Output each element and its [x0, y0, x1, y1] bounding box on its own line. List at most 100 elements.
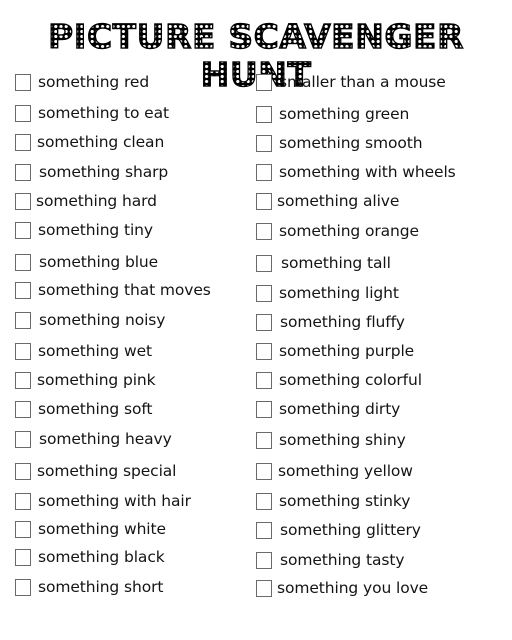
checklist-item-label: something that moves — [38, 281, 211, 299]
checklist-item-label: something alive — [277, 192, 400, 210]
checklist-item-label: something tasty — [280, 551, 405, 569]
checklist-item-label: something stinky — [279, 492, 411, 510]
checkbox[interactable] — [256, 73, 272, 91]
checklist-item[interactable]: something you love — [256, 577, 428, 599]
checkbox[interactable] — [256, 313, 272, 331]
checklist-item[interactable]: something alive — [256, 190, 399, 212]
checklist-item[interactable]: something pink — [15, 369, 156, 391]
checkbox[interactable] — [256, 134, 272, 152]
checkbox[interactable] — [256, 254, 272, 272]
checkbox[interactable] — [256, 431, 272, 449]
checklist-item[interactable]: something glittery — [256, 519, 421, 541]
checklist-item[interactable]: something green — [256, 103, 409, 125]
checklist-item-label: something pink — [37, 371, 156, 389]
checklist-item-label: something tall — [281, 254, 391, 272]
checklist-item[interactable]: something tall — [256, 252, 391, 274]
checklist-item-label: something white — [38, 520, 166, 538]
checklist-item-label: something clean — [37, 133, 165, 151]
checklist-item[interactable]: something wet — [15, 340, 152, 362]
checkbox[interactable] — [256, 551, 272, 569]
checkbox[interactable] — [15, 342, 31, 360]
checklist-item[interactable]: something fluffy — [256, 311, 405, 333]
checklist-item[interactable]: something heavy — [15, 428, 172, 450]
checklist-item-label: something sharp — [39, 163, 169, 181]
checkbox[interactable] — [256, 342, 272, 360]
checklist-item[interactable]: something with wheels — [256, 161, 456, 183]
checkbox[interactable] — [15, 311, 31, 329]
checklist-item[interactable]: something noisy — [15, 309, 165, 331]
checkbox[interactable] — [15, 462, 31, 480]
checklist-item[interactable]: something dirty — [256, 398, 400, 420]
checkbox[interactable] — [256, 284, 272, 302]
checklist-item-label: something glittery — [280, 521, 421, 539]
checklist-item-label: something yellow — [278, 462, 413, 480]
checklist-item[interactable]: something light — [256, 282, 399, 304]
checkbox[interactable] — [15, 578, 31, 596]
checklist-item[interactable]: something sharp — [15, 161, 168, 183]
checklist-item[interactable]: something clean — [15, 131, 164, 153]
checkbox[interactable] — [15, 520, 31, 538]
checkbox[interactable] — [256, 222, 272, 240]
checklist-item[interactable]: something with hair — [15, 490, 191, 512]
checkbox[interactable] — [15, 221, 31, 239]
checklist-item[interactable]: something orange — [256, 220, 419, 242]
checklist-item-label: something special — [37, 462, 177, 480]
checklist-item-label: something to eat — [38, 104, 169, 122]
checkbox[interactable] — [256, 492, 272, 510]
checklist-item[interactable]: something colorful — [256, 369, 422, 391]
title-container: PICTURE SCAVENGER HUNT PICTURE SCAVENGER… — [0, 17, 512, 94]
checklist-item-label: something you love — [277, 579, 429, 597]
checkbox[interactable] — [15, 548, 31, 566]
checkbox[interactable] — [15, 400, 31, 418]
checklist-item[interactable]: something tiny — [15, 219, 153, 241]
checkbox[interactable] — [15, 133, 31, 151]
checklist-item-label: something heavy — [39, 430, 172, 448]
checkbox[interactable] — [15, 192, 31, 210]
checklist-item-label: something dirty — [279, 400, 401, 418]
checklist-item[interactable]: something red — [15, 71, 149, 93]
checklist-item[interactable]: something to eat — [15, 102, 169, 124]
checklist-item[interactable]: smaller than a mouse — [256, 71, 446, 93]
checkbox[interactable] — [256, 371, 272, 389]
checkbox[interactable] — [256, 521, 272, 539]
checklist-item[interactable]: something shiny — [256, 429, 406, 451]
checklist-item-label: something soft — [38, 400, 153, 418]
checkbox[interactable] — [15, 104, 31, 122]
checklist-item-label: something red — [38, 73, 150, 91]
checklist-item[interactable]: something smooth — [256, 132, 423, 154]
checkbox[interactable] — [256, 192, 272, 210]
checklist-item[interactable]: something special — [15, 460, 176, 482]
checklist-item-label: something with hair — [38, 492, 191, 510]
checkbox[interactable] — [15, 492, 31, 510]
checklist-item[interactable]: something yellow — [256, 460, 413, 482]
checklist-item-label: something tiny — [38, 221, 153, 239]
checklist-item-label: something blue — [39, 253, 159, 271]
checklist-item[interactable]: something black — [15, 546, 165, 568]
checklist-item[interactable]: something soft — [15, 398, 153, 420]
checklist-item-label: something noisy — [39, 311, 166, 329]
checklist-item[interactable]: something white — [15, 518, 166, 540]
checklist-item-label: smaller than a mouse — [279, 73, 446, 91]
checkbox[interactable] — [15, 163, 31, 181]
checkbox[interactable] — [15, 430, 31, 448]
checkbox[interactable] — [256, 579, 272, 597]
checkbox[interactable] — [15, 371, 31, 389]
checkbox[interactable] — [15, 73, 31, 91]
checklist-item-label: something light — [279, 284, 399, 302]
checklist-item[interactable]: something short — [15, 576, 163, 598]
checkbox[interactable] — [256, 163, 272, 181]
checklist-item-label: something purple — [279, 342, 415, 360]
checklist-item-label: something hard — [36, 192, 157, 210]
checkbox[interactable] — [15, 281, 31, 299]
checklist-item[interactable]: something blue — [15, 251, 158, 273]
checklist-item[interactable]: something tasty — [256, 549, 405, 571]
checklist-item[interactable]: something stinky — [256, 490, 410, 512]
checkbox[interactable] — [15, 253, 31, 271]
checklist-item[interactable]: something that moves — [15, 279, 211, 301]
checkbox[interactable] — [256, 400, 272, 418]
checklist-item[interactable]: something hard — [15, 190, 157, 212]
checkbox[interactable] — [256, 462, 272, 480]
checkbox[interactable] — [256, 105, 272, 123]
checklist-item[interactable]: something purple — [256, 340, 414, 362]
checklist-item-label: something green — [279, 105, 410, 123]
